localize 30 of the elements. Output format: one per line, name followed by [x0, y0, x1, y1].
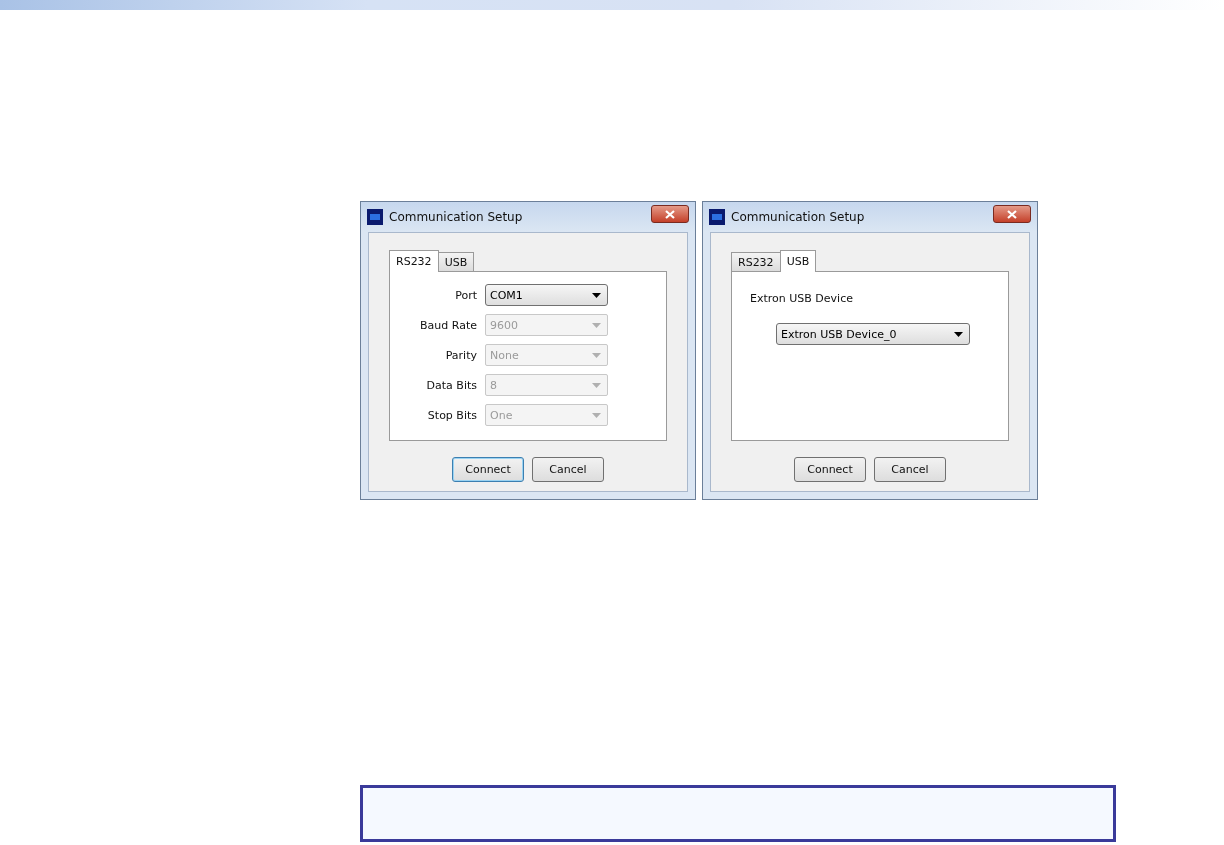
- window-title: Communication Setup: [731, 210, 866, 224]
- field-label: Data Bits: [425, 378, 477, 392]
- dialog-button[interactable]: Connect: [794, 457, 866, 482]
- dialog-button[interactable]: Cancel: [874, 457, 946, 482]
- caret-icon: [592, 292, 601, 298]
- window-title: Communication Setup: [389, 210, 524, 224]
- close-button[interactable]: [993, 205, 1031, 223]
- caret-icon: [592, 352, 601, 358]
- close-icon: [1007, 209, 1017, 219]
- dialog-button[interactable]: Connect: [452, 457, 524, 482]
- caret-icon: [592, 412, 601, 418]
- field-label: Baud Rate: [419, 318, 477, 332]
- tab[interactable]: USB: [437, 252, 475, 271]
- field-label: Port: [454, 288, 477, 302]
- device-label: Extron USB Device: [750, 292, 854, 305]
- close-icon: [665, 209, 675, 219]
- field-label: Stop Bits: [426, 408, 477, 422]
- tab[interactable]: RS232: [389, 250, 439, 272]
- dialog-button[interactable]: Cancel: [532, 457, 604, 482]
- app-logo-icon: [709, 209, 725, 225]
- app-logo-icon: [367, 209, 383, 225]
- caret-icon: [592, 382, 601, 388]
- caret-icon: [592, 322, 601, 328]
- dropdown[interactable]: COM1: [485, 284, 608, 306]
- tab[interactable]: RS232: [731, 252, 781, 271]
- field-label: Parity: [444, 348, 477, 362]
- dropdown[interactable]: Extron USB Device_0: [776, 323, 970, 345]
- tab[interactable]: USB: [779, 250, 817, 272]
- close-button[interactable]: [651, 205, 689, 223]
- caret-icon: [954, 331, 963, 337]
